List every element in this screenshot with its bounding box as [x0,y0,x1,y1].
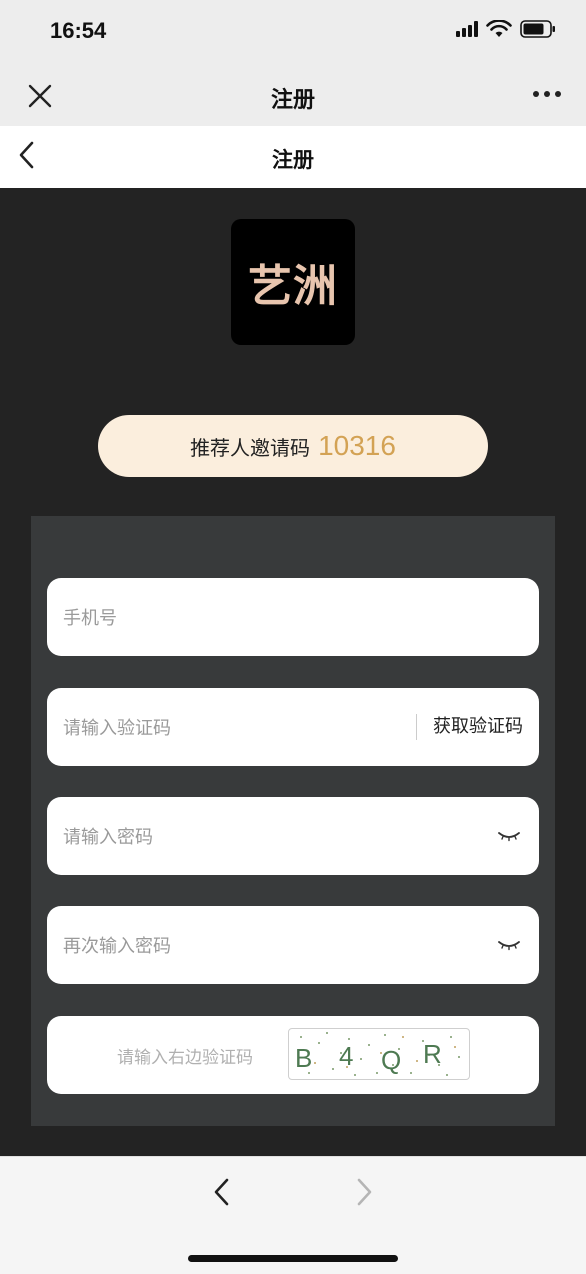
sms-code-placeholder: 请输入验证码 [63,718,171,739]
app-logo: 艺洲 [231,219,355,345]
password-field[interactable]: 请输入密码 [47,797,539,875]
phone-placeholder: 手机号 [63,608,117,629]
logo-text: 艺洲 [248,261,338,312]
phone-field[interactable]: 手机号 [47,578,539,656]
captcha-field[interactable]: 请输入右边验证码 B 4 Q R [47,1016,539,1094]
battery-icon [520,20,555,38]
captcha-graphic: B 4 Q R [295,1032,460,1076]
status-bar: 16:54 [0,0,586,64]
captcha-char: 4 [339,1041,353,1071]
page-title: 注册 [272,148,314,172]
status-icons [456,20,556,38]
register-main: 艺洲 推荐人邀请码 10316 手机号 请输入验证码 获取验证码 请输入密码 再… [0,188,586,1156]
invite-label: 推荐人邀请码 [190,435,311,460]
status-time: 16:54 [50,18,107,43]
invite-code: 10316 [318,430,396,461]
more-icon[interactable] [532,84,562,104]
eye-closed-icon[interactable] [497,938,521,952]
sms-code-field[interactable]: 请输入验证码 获取验证码 [47,688,539,766]
captcha-char: R [423,1039,442,1069]
captcha-char: B [295,1043,312,1073]
nav-forward-icon[interactable] [350,1177,378,1207]
page-nav-bar: 注册 [0,126,586,188]
bottom-nav-bar [0,1156,586,1274]
nav-back-icon[interactable] [208,1177,236,1207]
confirm-password-placeholder: 再次输入密码 [63,936,171,957]
signal-icon [456,21,478,37]
captcha-image[interactable]: B 4 Q R [288,1028,470,1080]
wechat-title: 注册 [270,88,315,113]
wifi-icon [486,20,512,37]
get-code-button[interactable]: 获取验证码 [416,714,539,740]
confirm-password-field[interactable]: 再次输入密码 [47,906,539,984]
wechat-title-bar: 注册 [0,64,586,126]
home-indicator [188,1255,398,1262]
register-form: 手机号 请输入验证码 获取验证码 请输入密码 再次输入密码 请输入右边验证码 B… [31,516,555,1126]
password-placeholder: 请输入密码 [63,827,153,848]
invite-code-pill: 推荐人邀请码 10316 [98,415,488,477]
eye-closed-icon[interactable] [497,829,521,843]
captcha-char: Q [381,1045,401,1075]
captcha-placeholder: 请输入右边验证码 [117,1047,253,1068]
